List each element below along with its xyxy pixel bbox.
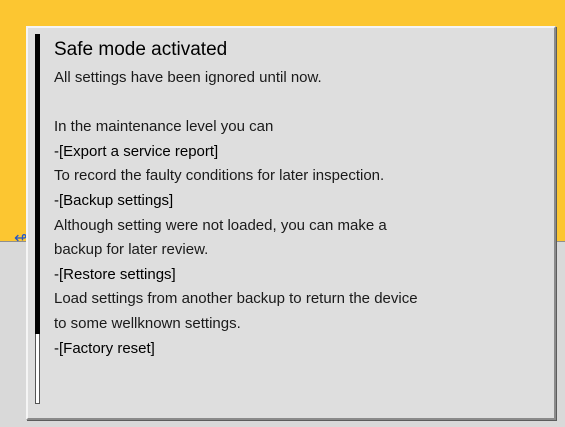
restore-settings-description-line-1: Load settings from another backup to ret… <box>54 290 418 308</box>
safe-mode-dialog: Safe mode activated All settings have be… <box>26 26 556 420</box>
export-service-report-description: To record the faulty conditions for late… <box>54 167 385 185</box>
dialog-content: Safe mode activated All settings have be… <box>54 36 549 361</box>
restore-settings-description-line-2: to some wellknown settings. <box>54 314 241 332</box>
factory-reset-option[interactable]: -[Factory reset] <box>54 337 549 362</box>
restore-settings-option[interactable]: -[Restore settings] <box>54 263 549 288</box>
backup-settings-option[interactable]: -[Backup settings] <box>54 189 549 214</box>
export-service-report-option[interactable]: -[Export a service report] <box>54 140 549 165</box>
usb-icon: ↫ <box>14 230 28 247</box>
intro-text: All settings have been ignored until now… <box>54 69 322 86</box>
backup-settings-description-line-2: backup for later review. <box>54 241 209 259</box>
backup-settings-description-line-1: Although setting were not loaded, you ca… <box>54 216 387 234</box>
scrollbar-thumb[interactable] <box>35 34 40 334</box>
dialog-title: Safe mode activated <box>54 39 228 60</box>
lead-text: In the maintenance level you can <box>54 118 274 136</box>
